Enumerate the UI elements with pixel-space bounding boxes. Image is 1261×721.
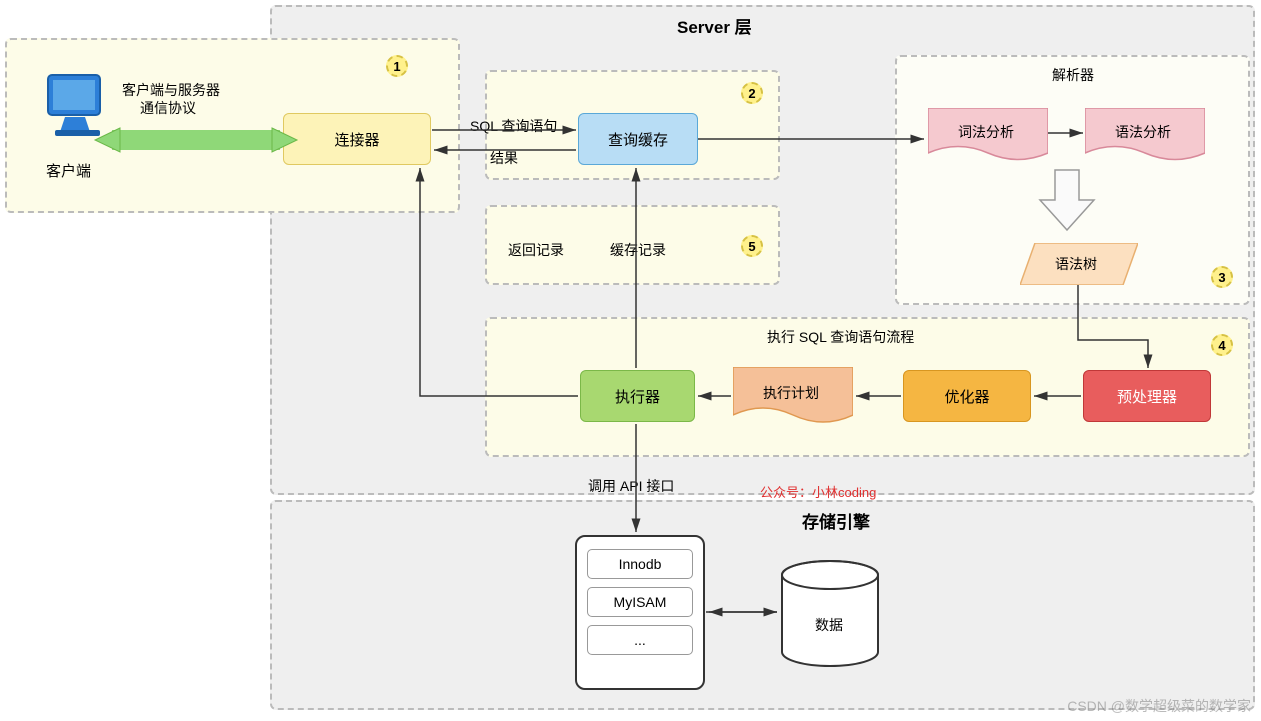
more-text: ...	[634, 632, 646, 648]
optimizer-node: 优化器	[903, 370, 1031, 422]
badge-5: 5	[741, 235, 763, 257]
more-item: ...	[587, 625, 693, 655]
connector-node: 连接器	[283, 113, 431, 165]
storage-engine-title: 存储引擎	[802, 508, 870, 533]
engine-stack: Innodb MyISAM ...	[575, 535, 705, 690]
cache-record-label: 缓存记录	[610, 240, 666, 260]
connector-text: 连接器	[334, 129, 379, 150]
storage-engine-box: 存储引擎	[270, 500, 1255, 710]
preprocessor-node: 预处理器	[1083, 370, 1211, 422]
watermark: CSDN @数学超级菜的数学家	[1067, 696, 1251, 716]
wechat-label: 公众号：小林coding	[760, 482, 876, 501]
executor-node: 执行器	[580, 370, 695, 422]
client-label: 客户端	[46, 160, 91, 181]
lexical-node: 词法分析	[928, 108, 1048, 163]
preprocessor-text: 预处理器	[1117, 386, 1177, 407]
syntax-text: 语法分析	[1115, 122, 1171, 142]
query-cache-node: 查询缓存	[578, 113, 698, 165]
syntax-node: 语法分析	[1085, 108, 1205, 163]
badge-1: 1	[386, 55, 408, 77]
optimizer-text: 优化器	[944, 386, 989, 407]
executor-text: 执行器	[615, 386, 660, 407]
syntax-tree-text: 语法树	[1055, 254, 1097, 274]
result-label: 结果	[490, 148, 518, 168]
sql-query-label: SQL 查询语句	[470, 116, 557, 136]
exec-plan-text: 执行计划	[763, 383, 819, 403]
data-text: 数据	[815, 615, 843, 635]
return-record-label: 返回记录	[508, 240, 564, 260]
exec-flow-title: 执行 SQL 查询语句流程	[767, 327, 914, 347]
query-cache-text: 查询缓存	[608, 129, 668, 150]
parser-title: 解析器	[1052, 65, 1094, 85]
call-api-label: 调用 API 接口	[588, 476, 674, 496]
myisam-text: MyISAM	[614, 594, 667, 610]
exec-plan-node: 执行计划	[733, 367, 853, 427]
client-icon	[45, 72, 110, 150]
badge-3: 3	[1211, 266, 1233, 288]
badge-4: 4	[1211, 334, 1233, 356]
badge-2: 2	[741, 82, 763, 104]
data-cylinder: 数据	[780, 560, 880, 673]
innodb-text: Innodb	[619, 556, 662, 572]
server-layer-title: Server 层	[677, 13, 752, 38]
syntax-tree-node: 语法树	[1020, 243, 1138, 285]
myisam-item: MyISAM	[587, 587, 693, 617]
protocol-label-2: 通信协议	[140, 98, 196, 118]
protocol-label-1: 客户端与服务器	[122, 80, 220, 100]
lexical-text: 词法分析	[958, 122, 1014, 142]
innodb-item: Innodb	[587, 549, 693, 579]
